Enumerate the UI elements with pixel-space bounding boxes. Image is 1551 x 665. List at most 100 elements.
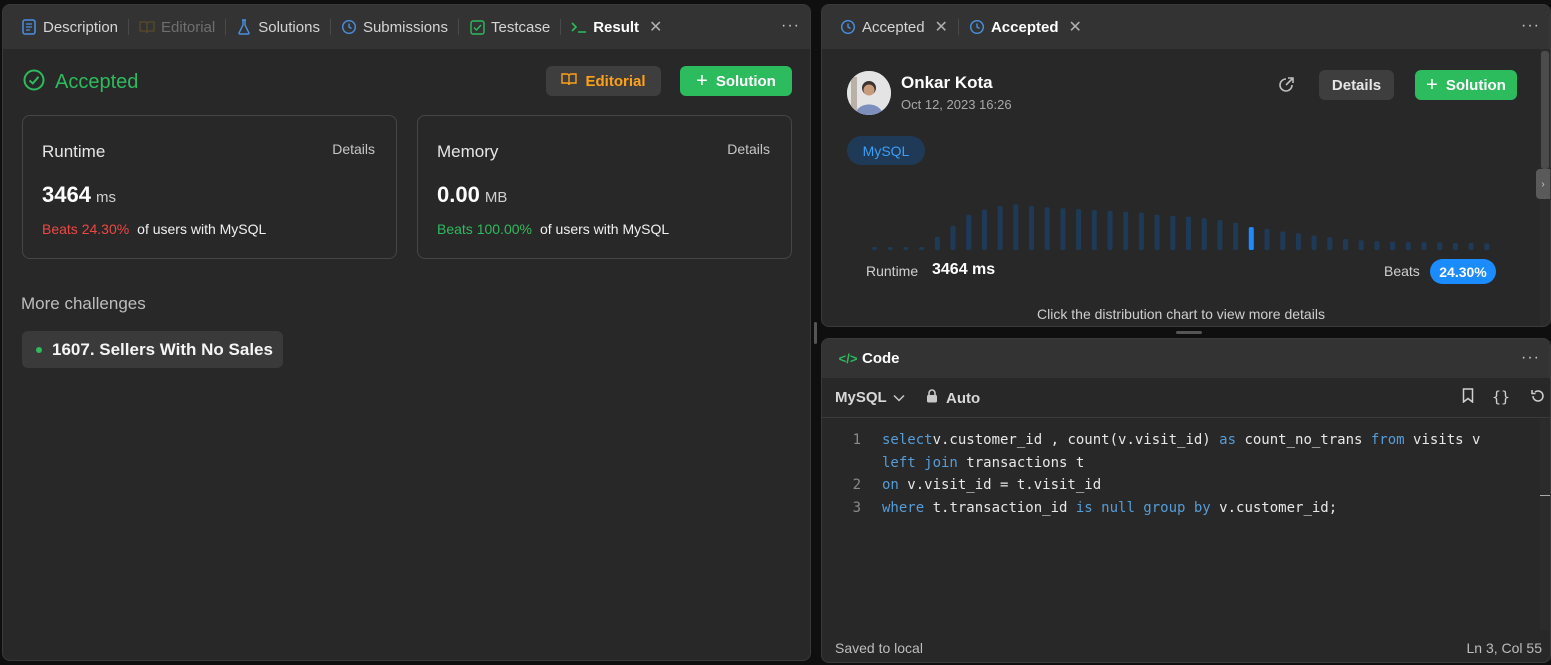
distribution-bar[interactable]: [1468, 243, 1474, 250]
distribution-bar[interactable]: [981, 209, 987, 251]
solution-button[interactable]: + Solution: [680, 66, 792, 96]
horizontal-resize-handle[interactable]: [1176, 331, 1202, 334]
code-line[interactable]: left join transactions t: [822, 452, 1550, 475]
code-line[interactable]: 2 on v.visit_id = t.visit_id: [822, 474, 1550, 497]
terminal-icon: [571, 19, 587, 35]
avatar[interactable]: [847, 71, 891, 115]
runtime-distribution-chart[interactable]: [862, 195, 1502, 251]
distribution-bar[interactable]: [1264, 228, 1270, 250]
tab-solutions[interactable]: Solutions: [228, 5, 328, 49]
distribution-bar[interactable]: [1044, 207, 1050, 250]
distribution-bar[interactable]: [1311, 235, 1317, 251]
close-icon[interactable]: ✕: [1068, 17, 1081, 37]
more-options-icon[interactable]: ···: [781, 17, 800, 35]
chevron-down-icon: [893, 389, 905, 406]
distribution-bar[interactable]: [950, 225, 956, 250]
solution-button[interactable]: + Solution: [1415, 70, 1517, 100]
distribution-bar[interactable]: [887, 247, 893, 250]
book-icon: [561, 72, 578, 90]
tab-accepted-1[interactable]: Accepted ✕: [832, 5, 956, 49]
distribution-bar[interactable]: [1186, 216, 1191, 250]
runtime-card[interactable]: Runtime Details 3464 ms Beats 24.30% of us…: [22, 115, 397, 259]
distribution-bar[interactable]: [1170, 215, 1176, 250]
memory-details-link[interactable]: Details: [727, 141, 770, 157]
reset-icon[interactable]: [1530, 388, 1546, 408]
runtime-details-link[interactable]: Details: [332, 141, 375, 157]
auto-mode[interactable]: Auto: [926, 389, 980, 407]
tab-description[interactable]: Description: [13, 5, 126, 49]
distribution-bar[interactable]: [1327, 237, 1333, 250]
tab-divider: [560, 19, 562, 35]
distribution-bar[interactable]: [1029, 206, 1034, 250]
bookmark-icon[interactable]: [1462, 388, 1474, 407]
tab-code-label: Code: [862, 350, 900, 367]
code-line[interactable]: 3 where t.transaction_id is null group by…: [822, 497, 1550, 520]
distribution-bar[interactable]: [1217, 220, 1223, 250]
more-challenges-heading: More challenges: [21, 294, 146, 313]
distribution-bar[interactable]: [872, 247, 877, 250]
tab-solutions-label: Solutions: [258, 18, 320, 36]
distribution-bar[interactable]: [1390, 241, 1396, 250]
distribution-bar[interactable]: [1013, 204, 1019, 250]
distribution-bar[interactable]: [919, 247, 925, 250]
user-name[interactable]: Onkar Kota: [901, 73, 993, 93]
share-icon[interactable]: [1277, 76, 1295, 99]
runtime-label: Runtime: [42, 142, 106, 161]
distribution-bar[interactable]: [1201, 218, 1207, 250]
close-icon[interactable]: ✕: [935, 17, 948, 37]
scrollbar-thumb[interactable]: [1541, 51, 1549, 169]
distribution-bar[interactable]: [1437, 242, 1443, 251]
more-options-icon[interactable]: ···: [1521, 349, 1540, 367]
tab-editorial[interactable]: Editorial: [131, 5, 223, 49]
distribution-bar[interactable]: [1076, 209, 1082, 250]
distribution-bar-highlight[interactable]: [1248, 227, 1254, 250]
distribution-bar[interactable]: [1343, 239, 1348, 250]
code-toolbar: MySQL Auto {}: [822, 378, 1550, 418]
distribution-bar[interactable]: [997, 206, 1003, 250]
distribution-bar[interactable]: [1091, 210, 1097, 250]
distribution-bar[interactable]: [1374, 241, 1380, 250]
distribution-bar[interactable]: [1060, 208, 1066, 250]
distribution-bar[interactable]: [934, 236, 940, 250]
submission-date: Oct 12, 2023 16:26: [901, 97, 1012, 112]
memory-card[interactable]: Memory Details 0.00 MB Beats 100.00% of us…: [417, 115, 792, 259]
status-row: Accepted: [23, 69, 138, 96]
distribution-bar[interactable]: [1421, 242, 1427, 250]
vertical-resize-handle[interactable]: [814, 322, 817, 344]
format-braces-icon[interactable]: {}: [1492, 388, 1510, 406]
distribution-bar[interactable]: [1154, 214, 1160, 250]
distribution-bar[interactable]: [1233, 222, 1239, 250]
more-options-icon[interactable]: ···: [1521, 17, 1540, 35]
code-line[interactable]: 1 selectv.customer_id , count(v.visit_id)…: [822, 429, 1550, 452]
distribution-bar[interactable]: [1484, 243, 1490, 250]
tab-submissions[interactable]: Submissions: [333, 5, 456, 49]
collapse-handle[interactable]: ›: [1536, 169, 1550, 199]
distribution-bar[interactable]: [1123, 211, 1129, 250]
tab-testcase[interactable]: Testcase: [461, 5, 558, 49]
tab-result[interactable]: Result ✕: [563, 5, 670, 49]
editorial-button[interactable]: Editorial: [546, 66, 661, 96]
lock-icon: [926, 389, 938, 407]
distribution-bar[interactable]: [1405, 242, 1411, 250]
auto-mode-label: Auto: [946, 389, 981, 407]
distribution-bar[interactable]: [966, 214, 972, 250]
code-tabbar: </> Code ···: [822, 339, 1550, 378]
code-editor[interactable]: 1 selectv.customer_id , count(v.visit_id)…: [822, 429, 1550, 519]
language-select[interactable]: MySQL: [835, 389, 905, 406]
distribution-bar[interactable]: [1107, 210, 1113, 250]
distribution-bar[interactable]: [1358, 240, 1364, 250]
tab-accepted-2[interactable]: Accepted ✕: [961, 5, 1090, 49]
distribution-bar[interactable]: [1138, 212, 1144, 250]
details-button[interactable]: Details: [1319, 70, 1394, 100]
close-icon[interactable]: ✕: [649, 17, 662, 37]
tab-code[interactable]: </> Code: [832, 339, 908, 378]
scrollbar-track[interactable]: [1540, 419, 1550, 630]
distribution-bar[interactable]: [1295, 233, 1301, 250]
distribution-bar[interactable]: [903, 247, 909, 250]
distribution-bar[interactable]: [1452, 243, 1458, 250]
details-button-label: Details: [1331, 76, 1382, 94]
challenge-link[interactable]: 1607. Sellers With No Sales: [22, 331, 283, 368]
distribution-bar[interactable]: [1280, 231, 1286, 251]
line-number: 1: [852, 432, 861, 448]
code-keyword: on: [882, 477, 899, 493]
